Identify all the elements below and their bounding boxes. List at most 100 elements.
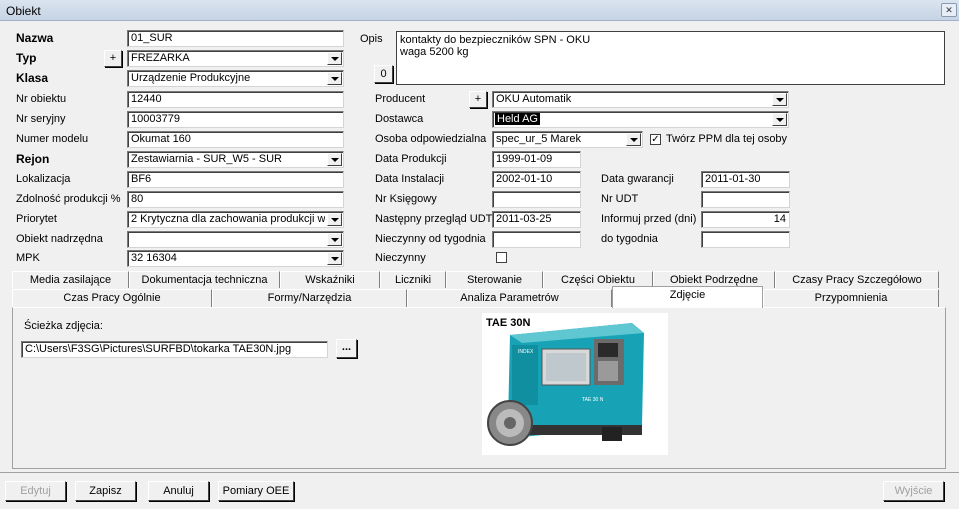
lathe-illustration: TAE 30N INDEX TAE 30 N [486,317,644,446]
informuj-input[interactable]: 14 [701,211,790,228]
chevron-down-icon[interactable] [772,93,787,106]
chevron-down-icon[interactable] [327,252,342,265]
tab-media[interactable]: Media zasilające [12,271,129,288]
nastepny-przeglad-input[interactable]: 2011-03-25 [492,211,581,228]
ppm-label: Twórz PPM dla tej osoby [666,133,788,145]
rejon-combo[interactable]: Zestawiarnia - SUR_W5 - SUR [127,151,344,168]
ppm-checkbox[interactable]: ✓ [650,134,661,145]
tab-czas-ogolnie[interactable]: Czas Pracy Ogólnie [12,289,212,307]
nr-udt-label: Nr UDT [601,193,639,205]
tab-formy[interactable]: Formy/Narzędzia [212,289,407,307]
tab-przypomnienia[interactable]: Przypomnienia [763,289,939,307]
typ-combo[interactable]: FREZARKA [127,50,344,67]
chevron-down-icon[interactable] [772,113,787,126]
tab-analiza[interactable]: Analiza Parametrów [407,289,612,307]
klasa-value: Urządzenie Produkcyjne [131,72,251,84]
nr-obiektu-label: Nr obiektu [16,93,67,105]
obiekt-nadrzedny-combo[interactable] [127,231,344,248]
mpk-combo[interactable]: 32 16304 [127,250,344,267]
window-title: Obiekt [6,4,41,18]
typ-add-button[interactable]: + [104,50,122,67]
numer-modelu-input[interactable]: Okumat 160 [127,131,344,148]
priorytet-combo[interactable]: 2 Krytyczna dla zachowania produkcji w s [127,211,344,228]
dostawca-value: Held AG [495,113,540,125]
data-gwarancji-input[interactable]: 2011-01-30 [701,171,790,188]
data-produkcji-label: Data Produkcji [375,153,447,165]
opis-line-2: waga 5200 kg [400,46,469,58]
photo-path-input[interactable]: C:\Users\F3SG\Pictures\SURFBD\tokarka TA… [21,341,328,358]
wyjscie-button[interactable]: Wyjście [883,481,944,501]
anuluj-button[interactable]: Anuluj [148,481,209,501]
nieczynny-label: Nieczynny [375,252,426,264]
dostawca-combo[interactable]: Held AG [492,111,789,128]
data-gwarancji-label: Data gwarancji [601,173,674,185]
producent-add-button[interactable]: + [469,91,487,108]
chevron-down-icon[interactable] [327,233,342,246]
nr-ksiegowy-input[interactable] [492,191,581,208]
machine-photo: TAE 30N INDEX TAE 30 N [482,313,668,455]
nazwa-label: Nazwa [16,31,54,45]
data-produkcji-input[interactable]: 1999-01-09 [492,151,581,168]
nastepny-przeglad-label: Następny przegląd UDT [375,213,493,225]
tab-czasy-szczegolowo[interactable]: Czasy Pracy Szczegółowo [775,271,939,288]
osoba-value: spec_ur_5 Marek [496,133,581,145]
mpk-value: 32 16304 [131,252,177,264]
do-tygodnia-label: do tygodnia [601,233,658,245]
opis-zero-button[interactable]: 0 [374,65,393,83]
zdolnosc-label: Zdolność produkcji % [16,193,121,205]
footer-separator [0,472,959,473]
photo-caption: TAE 30N [486,317,530,329]
machine-plate: TAE 30 N [582,397,604,403]
mpk-label: MPK [16,252,40,264]
tab-zdjecie[interactable]: Zdjęcie [612,286,763,308]
nr-seryjny-input[interactable]: 10003779 [127,111,344,128]
do-tygodnia-input[interactable] [701,231,790,248]
close-icon[interactable]: ✕ [941,3,957,17]
obiekt-nadrzedny-label: Obiekt nadrzędna [16,233,103,245]
browse-button[interactable]: ... [336,339,357,358]
data-instalacji-label: Data Instalacji [375,173,445,185]
chevron-down-icon[interactable] [327,52,342,65]
edytuj-button[interactable]: Edytuj [5,481,66,501]
tab-wskazniki[interactable]: Wskaźniki [280,271,380,288]
pomiary-oee-button[interactable]: Pomiary OEE [218,481,294,501]
klasa-label: Klasa [16,71,49,85]
typ-value: FREZARKA [131,52,190,64]
photo-tab-panel [12,307,946,469]
data-instalacji-input[interactable]: 2002-01-10 [492,171,581,188]
opis-line-1: kontakty do bezpieczników SPN - OKU [400,34,591,46]
photo-path-label: Ścieżka zdjęcia: [24,320,103,332]
nr-seryjny-label: Nr seryjny [16,113,66,125]
chevron-down-icon[interactable] [327,72,342,85]
window-titlebar: Obiekt ✕ [0,0,959,21]
nieczynny-od-label: Nieczynny od tygodnia [375,233,486,245]
opis-memo[interactable]: kontakty do bezpieczników SPN - OKU waga… [396,31,945,85]
chevron-down-icon[interactable] [327,153,342,166]
osoba-combo[interactable]: spec_ur_5 Marek [492,131,643,148]
chevron-down-icon[interactable] [327,213,342,226]
zdolnosc-input[interactable]: 80 [127,191,344,208]
nieczynny-od-input[interactable] [492,231,581,248]
nr-obiektu-input[interactable]: 12440 [127,91,344,108]
svg-text:INDEX: INDEX [518,349,534,355]
rejon-value: Zestawiarnia - SUR_W5 - SUR [131,153,282,165]
numer-modelu-label: Numer modelu [16,133,89,145]
klasa-combo[interactable]: Urządzenie Produkcyjne [127,70,344,87]
nr-udt-input[interactable] [701,191,790,208]
informuj-label: Informuj przed (dni) [601,213,697,225]
typ-label: Typ [16,51,37,65]
producent-combo[interactable]: OKU Automatik [492,91,789,108]
nieczynny-checkbox[interactable] [496,252,507,263]
tab-sterowanie[interactable]: Sterowanie [446,271,543,288]
rejon-label: Rejon [16,152,50,166]
producent-value: OKU Automatik [496,93,572,105]
zapisz-button[interactable]: Zapisz [75,481,136,501]
tab-dokumentacja[interactable]: Dokumentacja techniczna [129,271,280,288]
nr-ksiegowy-label: Nr Księgowy [375,193,437,205]
chevron-down-icon[interactable] [626,133,641,146]
nazwa-input[interactable]: 01_SUR [127,30,344,47]
tab-liczniki[interactable]: Liczniki [380,271,446,288]
lokalizacja-input[interactable]: BF6 [127,171,344,188]
dostawca-label: Dostawca [375,113,424,125]
osoba-label: Osoba odpowiedzialna [375,133,487,145]
